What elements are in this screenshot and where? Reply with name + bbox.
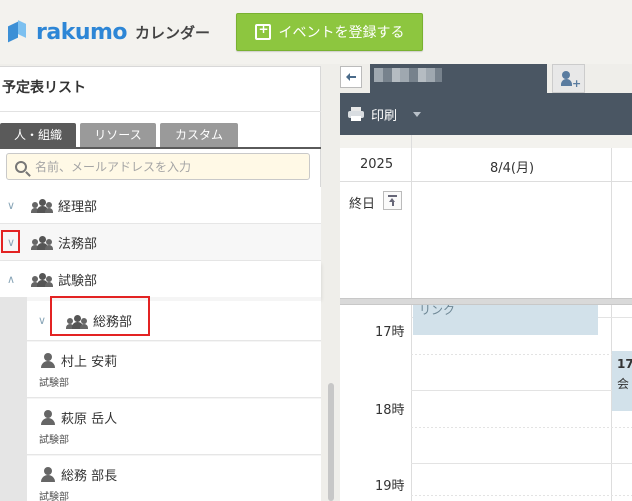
member-name: 総務 部長 — [61, 469, 118, 484]
panel-title: 予定表リスト — [2, 80, 86, 96]
search-box[interactable] — [6, 153, 310, 180]
print-button[interactable]: 印刷 — [371, 105, 397, 124]
hour-label: 19時 — [375, 479, 405, 494]
event-title: 会 — [617, 377, 630, 391]
calendar-event[interactable]: リンク — [413, 305, 598, 335]
chevron-down-icon[interactable]: ∨ — [0, 199, 22, 212]
highlight-box — [1, 230, 20, 253]
panel-divider — [0, 111, 321, 112]
member-row[interactable]: 萩原 岳人 試験部 — [27, 399, 321, 455]
calendar-list-panel: 予定表リスト 人・組織 リソース カスタム ∨ 経理部 ∨ 法務部 ∧ 試験部 … — [0, 66, 321, 501]
group-label: 試験部 — [58, 273, 98, 289]
tab-resources[interactable]: リソース — [80, 123, 156, 147]
hour-label: 18時 — [375, 403, 405, 418]
allday-label: 終日 — [349, 197, 376, 212]
person-icon — [41, 410, 55, 425]
group-icon — [31, 198, 53, 213]
date-column-header[interactable]: 8/4(月) — [490, 157, 534, 176]
event-title: リンク — [419, 305, 456, 317]
register-event-label: イベントを登録する — [278, 25, 405, 41]
allday-divider[interactable] — [340, 298, 632, 305]
group-label: 法務部 — [58, 236, 98, 252]
calendar-grid: 2025 8/4(月) 終日 17時 18時 19時 リンク 17 会 — [340, 135, 632, 501]
group-label: 経理部 — [58, 199, 98, 215]
printer-icon — [348, 107, 364, 121]
person-icon — [41, 467, 55, 482]
tab-people-org[interactable]: 人・組織 — [0, 123, 76, 147]
member-row[interactable]: 総務 部長 試験部 — [27, 456, 321, 501]
logo-text: rakumo — [36, 19, 128, 45]
app-header: rakumo カレンダー イベントを登録する — [0, 0, 632, 64]
logo-subtitle: カレンダー — [135, 23, 211, 42]
scrollbar[interactable] — [328, 383, 334, 501]
search-input[interactable] — [35, 159, 295, 174]
member-dept: 試験部 — [39, 492, 69, 501]
indent-rail — [0, 297, 27, 501]
list-tabs: 人・組織 リソース カスタム — [0, 123, 238, 147]
tabs-underline — [0, 147, 321, 149]
calendar-topbar: + — [340, 64, 632, 93]
calendar-header-row: 2025 8/4(月) — [340, 148, 632, 182]
tab-custom[interactable]: カスタム — [160, 123, 238, 147]
person-icon — [41, 353, 55, 368]
event-time: 17 — [617, 357, 632, 371]
group-row-shiken[interactable]: ∧ 試験部 — [0, 261, 321, 298]
group-row-keiri[interactable]: ∨ 経理部 — [0, 187, 321, 224]
chevron-up-icon[interactable]: ∧ — [0, 273, 22, 286]
arrow-left-icon — [346, 73, 356, 81]
member-dept: 試験部 — [39, 435, 69, 446]
pin-top-icon — [388, 195, 397, 206]
member-row[interactable]: 村上 安莉 試験部 — [27, 342, 321, 398]
year-label: 2025 — [360, 157, 394, 172]
collapse-sidebar-button[interactable] — [340, 66, 362, 88]
calendar-add-icon — [254, 22, 271, 40]
allday-toggle-button[interactable] — [383, 191, 402, 210]
member-name: 萩原 岳人 — [61, 412, 118, 427]
redacted-name — [374, 68, 442, 82]
search-icon — [15, 160, 27, 173]
caret-down-icon[interactable] — [413, 112, 421, 117]
add-user-icon: + — [561, 71, 581, 90]
rakumo-logo-icon — [6, 20, 28, 44]
highlight-box — [50, 296, 150, 336]
calendar-toolbar: 印刷 — [340, 93, 632, 135]
hour-label: 17時 — [375, 325, 405, 340]
add-user-button[interactable]: + — [552, 64, 585, 93]
calendar-event[interactable]: 17 会 — [612, 351, 632, 411]
group-row-houmu[interactable]: ∨ 法務部 — [0, 224, 321, 261]
rakumo-logo[interactable]: rakumo カレンダー — [6, 18, 210, 46]
register-event-button[interactable]: イベントを登録する — [236, 13, 423, 51]
member-name: 村上 安莉 — [61, 355, 118, 370]
calendar-tab[interactable] — [370, 64, 547, 93]
group-icon — [31, 272, 53, 287]
member-dept: 試験部 — [39, 378, 69, 389]
group-icon — [31, 235, 53, 250]
